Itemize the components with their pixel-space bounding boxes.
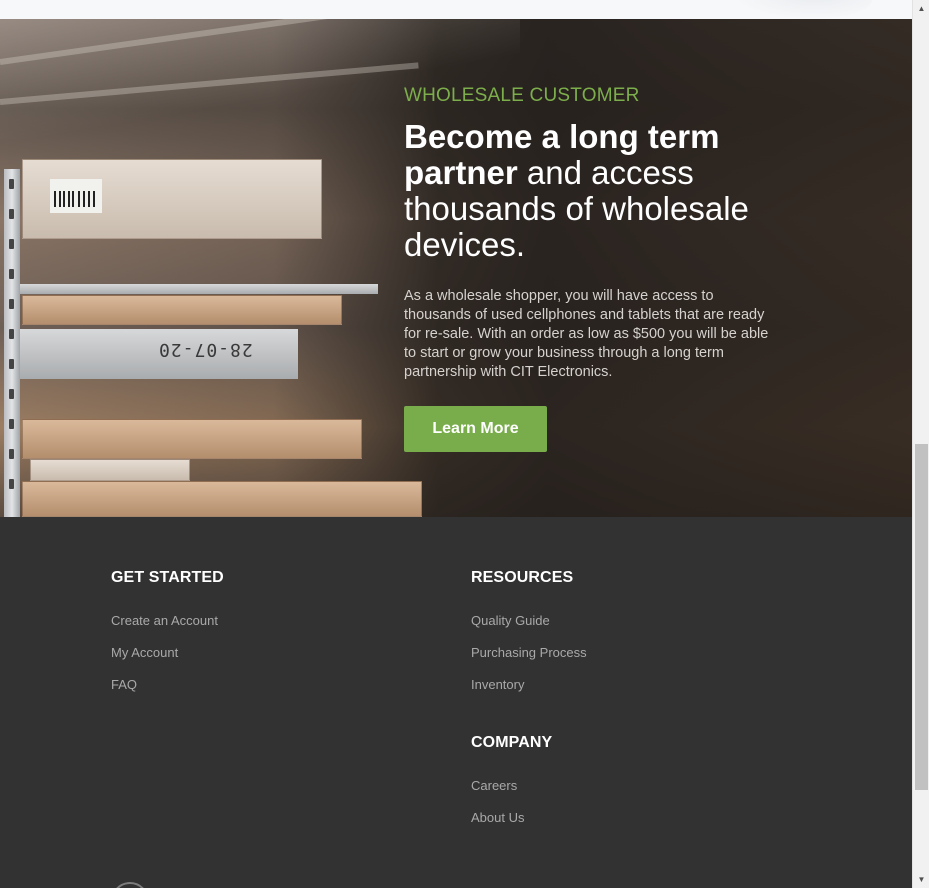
footer-links-get-started: Create an Account My Account FAQ	[111, 611, 224, 707]
footer-links-company: Careers About Us	[471, 776, 552, 840]
footer-column-company: COMPANY Careers About Us	[471, 734, 552, 840]
wholesale-hero: 28-07-20 WHOLESALE CUSTOMER Become a lon…	[0, 19, 912, 517]
footer-link-my-account[interactable]: My Account	[111, 645, 178, 660]
decorative-curve	[732, 0, 872, 19]
footer-link-create-account[interactable]: Create an Account	[111, 613, 218, 628]
footer-link-careers[interactable]: Careers	[471, 778, 517, 793]
footer-links-resources: Quality Guide Purchasing Process Invento…	[471, 611, 587, 707]
learn-more-button[interactable]: Learn More	[404, 406, 547, 452]
footer-heading-get-started: GET STARTED	[111, 569, 224, 586]
warehouse-box	[22, 419, 362, 459]
footer-heading-resources: RESOURCES	[471, 569, 574, 586]
hero-body: As a wholesale shopper, you will have ac…	[404, 288, 769, 380]
footer-link-inventory[interactable]: Inventory	[471, 677, 524, 692]
hero-headline: Become a long term partner and access th…	[404, 119, 774, 263]
footer-column-resources: RESOURCES Quality Guide Purchasing Proce…	[471, 569, 587, 707]
hero-eyebrow: WHOLESALE CUSTOMER	[404, 85, 640, 106]
warehouse-box	[22, 295, 342, 325]
rack-post	[4, 169, 20, 517]
footer-link-purchasing-process[interactable]: Purchasing Process	[471, 645, 587, 660]
footer-link-quality-guide[interactable]: Quality Guide	[471, 613, 550, 628]
scrollbar-thumb[interactable]	[915, 444, 928, 790]
shelf-rail	[18, 284, 378, 294]
warehouse-box	[30, 459, 190, 481]
footer-link-faq[interactable]: FAQ	[111, 677, 137, 692]
page-scrollbar[interactable]: ▲ ▼	[912, 0, 929, 888]
arrow-down-icon[interactable]: ▼	[913, 871, 929, 888]
barcode-label	[50, 179, 102, 213]
footer-column-get-started: GET STARTED Create an Account My Account…	[111, 569, 224, 707]
site-footer: GET STARTED Create an Account My Account…	[0, 517, 912, 888]
footer-link-about-us[interactable]: About Us	[471, 810, 524, 825]
footer-logo-icon[interactable]	[111, 882, 149, 888]
shelf-label: 28-07-20	[158, 339, 253, 360]
arrow-up-icon[interactable]: ▲	[913, 0, 929, 17]
footer-heading-company: COMPANY	[471, 734, 553, 751]
top-strip	[0, 0, 912, 19]
warehouse-box	[22, 481, 422, 517]
